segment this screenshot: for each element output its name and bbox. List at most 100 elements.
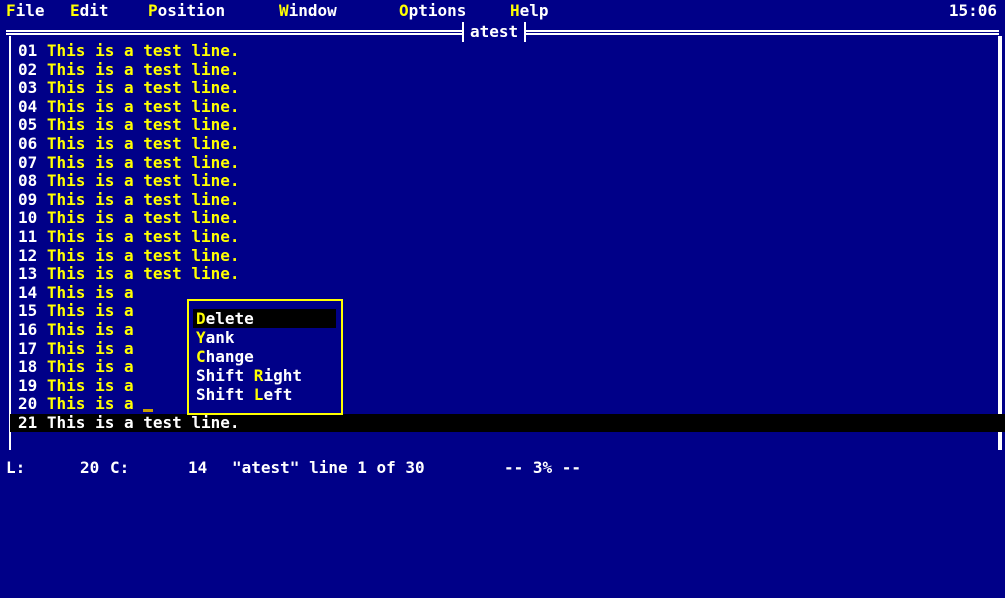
line-text: This is a test line.: [37, 171, 240, 191]
editor-line[interactable]: 04 This is a test line.: [18, 96, 988, 117]
menu-options[interactable]: Options: [399, 0, 466, 22]
line-text: This is a test line.: [37, 208, 240, 228]
line-number: 11: [18, 226, 38, 246]
context-menu-item[interactable]: Delete: [193, 309, 336, 328]
line-text: This is a test line.: [37, 41, 240, 60]
menu-item-hotkey: D: [196, 309, 206, 328]
editor-line[interactable]: 15 This is a: [18, 302, 988, 321]
line-text: This is a test line.: [37, 133, 240, 153]
menu-item-hotkey: R: [253, 366, 264, 385]
column-value: 14: [188, 458, 208, 477]
menu-item-prefix: Shift: [196, 385, 254, 404]
line-number: 01: [18, 41, 38, 60]
line-text: This is a test line.: [37, 115, 240, 135]
menu-item-suffix: eft: [263, 385, 293, 404]
context-menu-item[interactable]: Yank: [193, 328, 336, 347]
editor-line[interactable]: 18 This is a: [18, 357, 988, 377]
line-number: 18: [18, 357, 38, 377]
editor-line[interactable]: 11 This is a test line.: [18, 226, 988, 247]
editor-line[interactable]: 19 This is a: [18, 375, 988, 396]
line-text: This is a: [37, 282, 134, 302]
line-number: 20: [18, 394, 38, 414]
line-number: 10: [18, 208, 38, 228]
context-menu: Delete Yank Change Shift Right Shift Left: [187, 299, 343, 415]
editor-line[interactable]: 05 This is a test line.: [18, 116, 988, 135]
line-number: 19: [18, 375, 38, 395]
line-number: 02: [18, 59, 38, 79]
line-text: This is a test line.: [37, 152, 240, 172]
editor-line[interactable]: 06 This is a test line.: [18, 133, 988, 154]
context-menu-item[interactable]: Shift Left: [193, 385, 336, 404]
editor-line[interactable]: 01 This is a test line.: [18, 41, 988, 61]
editor-line[interactable]: 16 This is a: [18, 319, 988, 340]
line-text: This is a test line.: [37, 245, 240, 265]
line-text: This is a: [37, 319, 134, 339]
clock: 15:06: [948, 1, 997, 20]
file-info: "atest" line 1 of 30: [232, 458, 425, 477]
line-text: This is a test line.: [37, 189, 240, 209]
menu-window[interactable]: Window: [279, 0, 337, 22]
line-text: This is a test line.: [37, 96, 240, 116]
line-text: This is a test line.: [37, 59, 240, 79]
line-number: 05: [18, 115, 38, 135]
menu-item-suffix: ank: [205, 328, 235, 347]
line-number: 07: [18, 152, 38, 172]
window-title[interactable]: atest: [462, 22, 527, 42]
editor-line[interactable]: 12 This is a test line.: [18, 245, 988, 266]
menu-item-hotkey: L: [253, 385, 264, 404]
column-label: C:: [110, 458, 130, 477]
line-number: 16: [18, 319, 38, 339]
editor-line[interactable]: 14 This is a: [18, 282, 988, 303]
scrollbar[interactable]: [998, 36, 1002, 450]
line-label: L:: [6, 458, 26, 477]
menu-position[interactable]: Position: [148, 0, 225, 22]
editor-line[interactable]: 08 This is a test line.: [18, 171, 988, 191]
line-number: 03: [18, 78, 38, 98]
context-menu-item[interactable]: Change: [193, 347, 336, 366]
context-menu-item[interactable]: Shift Right: [193, 366, 336, 385]
window-frame-left: [9, 36, 13, 450]
line-number: 08: [18, 171, 38, 191]
line-text: This is a: [37, 375, 134, 395]
line-number: 15: [18, 301, 38, 321]
scroll-percent: -- 3% --: [504, 458, 582, 477]
line-number: 21: [18, 412, 38, 432]
editor-line[interactable]: 03 This is a test line.: [18, 78, 988, 98]
menu-item-suffix: ight: [263, 366, 302, 385]
editor-line[interactable]: 20 This is a: [18, 394, 988, 414]
menu-item-hotkey: C: [196, 347, 206, 366]
line-text: This is a: [37, 357, 134, 377]
line-number: 13: [18, 264, 38, 284]
editor-line[interactable]: 21 This is a test line.: [10, 412, 1005, 433]
line-number: 14: [18, 282, 38, 302]
line-number: 12: [18, 245, 38, 265]
editor-line[interactable]: 10 This is a test line.: [18, 209, 988, 228]
editor-line[interactable]: 13 This is a test line.: [18, 264, 988, 284]
line-text: This is a: [37, 301, 134, 321]
menu-bar: File Edit Position Window Options Help 1…: [0, 0, 1005, 22]
line-text: This is a test line.: [37, 264, 240, 284]
line-number: 09: [18, 189, 38, 209]
line-text: This is a: [37, 338, 134, 358]
line-number: 06: [18, 133, 38, 153]
menu-item-suffix: elete: [205, 309, 254, 328]
editor-line[interactable]: 17 This is a: [18, 338, 988, 359]
status-bar: L: 20 C: 14 "atest" line 1 of 30 -- 3% -…: [0, 458, 1005, 478]
menu-edit[interactable]: Edit: [70, 0, 109, 22]
menu-help[interactable]: Help: [510, 0, 549, 22]
menu-item-hotkey: Y: [196, 328, 206, 347]
menu-file[interactable]: File: [6, 0, 45, 22]
line-text: This is a test line.: [37, 412, 240, 432]
line-number: 17: [18, 338, 38, 358]
line-text: This is a test line.: [37, 78, 240, 98]
line-text: This is a: [37, 394, 134, 414]
text-cursor: [143, 408, 154, 412]
menu-item-prefix: Shift: [196, 366, 254, 385]
line-text: This is a test line.: [37, 226, 240, 246]
editor-line[interactable]: 07 This is a test line.: [18, 152, 988, 173]
editor-area[interactable]: 01 This is a test line. 02 This is a test…: [10, 41, 1005, 433]
line-value: 20: [80, 458, 100, 477]
editor-line[interactable]: 09 This is a test line.: [18, 189, 988, 210]
line-number: 04: [18, 96, 38, 116]
editor-line[interactable]: 02 This is a test line.: [18, 59, 988, 80]
